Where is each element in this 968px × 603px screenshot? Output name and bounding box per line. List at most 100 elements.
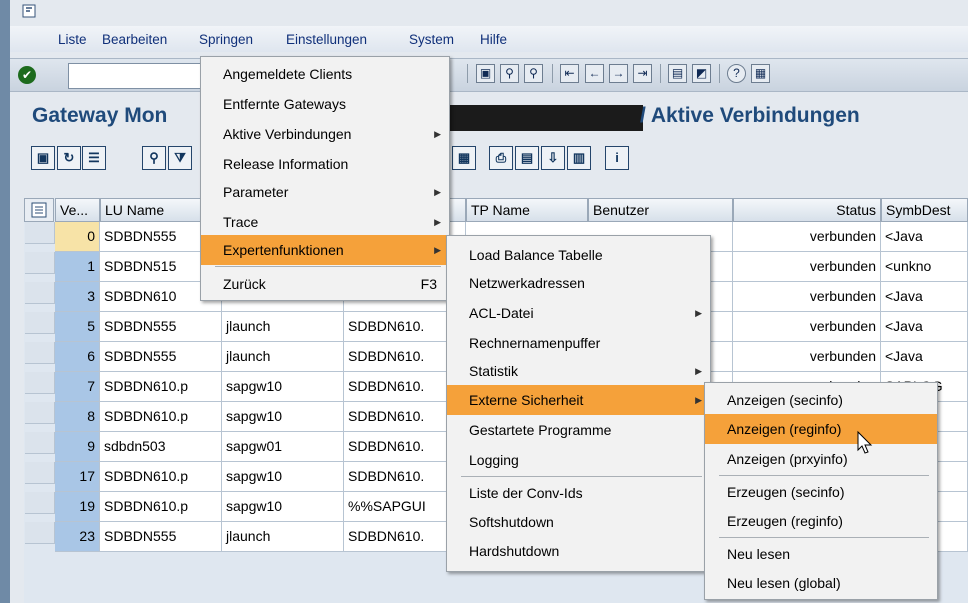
menu-item-externe-sicherheit[interactable]: Externe Sicherheit ▶ — [447, 385, 710, 415]
cell-version[interactable]: 23 — [55, 522, 100, 552]
menu-item-parameter[interactable]: Parameter ▶ — [201, 177, 449, 207]
menu-item-zurueck[interactable]: Zurück F3 — [201, 269, 449, 299]
row-selector[interactable] — [25, 402, 55, 424]
cell-symbdest[interactable]: <Java — [881, 342, 968, 372]
menu-item-neu-lesen-global[interactable]: Neu lesen (global) — [705, 568, 937, 598]
menu-item-liste-der-conv-ids[interactable]: Liste der Conv-Ids — [447, 478, 710, 508]
search-icon[interactable]: ⚲ — [142, 146, 166, 170]
row-selector[interactable] — [25, 462, 55, 484]
cell-lu-name[interactable]: SDBDN555 — [100, 312, 222, 342]
customize-layout-icon[interactable]: ▦ — [751, 64, 770, 83]
column-header-benutzer[interactable]: Benutzer — [588, 198, 733, 222]
spreadsheet-icon[interactable]: ▤ — [515, 146, 539, 170]
cell-version[interactable]: 19 — [55, 492, 100, 522]
column-header-status[interactable]: Status — [733, 198, 881, 222]
cell-col3[interactable]: sapgw10 — [222, 462, 344, 492]
cell-version[interactable]: 9 — [55, 432, 100, 462]
first-page-icon[interactable]: ⇤ — [560, 64, 579, 83]
menu-item-hardshutdown[interactable]: Hardshutdown — [447, 536, 710, 566]
cell-version[interactable]: 0 — [55, 222, 100, 252]
menu-item-logging[interactable]: Logging — [447, 445, 710, 475]
row-selector[interactable] — [25, 432, 55, 454]
print-icon[interactable]: ⎙ — [489, 146, 513, 170]
menu-system[interactable]: System — [409, 32, 454, 47]
cell-symbdest[interactable]: <Java — [881, 282, 968, 312]
cell-col3[interactable]: sapgw10 — [222, 492, 344, 522]
menu-item-entfernte-gateways[interactable]: Entfernte Gateways — [201, 89, 449, 119]
cell-lu-name[interactable]: SDBDN610.p — [100, 402, 222, 432]
menu-hilfe[interactable]: Hilfe — [480, 32, 507, 47]
menu-item-release-information[interactable]: Release Information — [201, 149, 449, 179]
menu-bearbeiten[interactable]: Bearbeiten — [102, 32, 167, 47]
download-icon[interactable]: ⇩ — [541, 146, 565, 170]
select-all-icon[interactable] — [24, 198, 54, 222]
menu-item-erzeugen-reginfo[interactable]: Erzeugen (reginfo) — [705, 506, 937, 536]
menu-item-netzwerkadressen[interactable]: Netzwerkadressen — [447, 268, 710, 298]
cell-status[interactable]: verbunden — [733, 282, 881, 312]
cell-version[interactable]: 7 — [55, 372, 100, 402]
cell-version[interactable]: 17 — [55, 462, 100, 492]
menu-liste[interactable]: Liste — [58, 32, 87, 47]
cell-lu-name[interactable]: SDBDN610.p — [100, 372, 222, 402]
cell-lu-name[interactable]: SDBDN610.p — [100, 462, 222, 492]
cell-status[interactable]: verbunden — [733, 342, 881, 372]
column-header-symbdest[interactable]: SymbDest — [881, 198, 968, 222]
cell-col3[interactable]: jlaunch — [222, 342, 344, 372]
find-next-icon[interactable]: ⚲ — [524, 64, 543, 83]
menu-item-load-balance-tabelle[interactable]: Load Balance Tabelle — [447, 240, 710, 270]
row-selector[interactable] — [25, 372, 55, 394]
menu-item-neu-lesen[interactable]: Neu lesen — [705, 539, 937, 569]
choose-icon[interactable]: ☰ — [82, 146, 106, 170]
menu-item-anzeigen-reginfo[interactable]: Anzeigen (reginfo) — [705, 414, 937, 444]
menu-item-statistik[interactable]: Statistik ▶ — [447, 356, 710, 386]
menu-item-angemeldete-clients[interactable]: Angemeldete Clients — [201, 59, 449, 89]
sap-menu-icon[interactable] — [22, 4, 36, 18]
cell-col3[interactable]: jlaunch — [222, 522, 344, 552]
cell-col3[interactable]: sapgw01 — [222, 432, 344, 462]
cell-status[interactable]: verbunden — [733, 252, 881, 282]
row-selector[interactable] — [25, 342, 55, 364]
cell-version[interactable]: 5 — [55, 312, 100, 342]
command-field[interactable] — [68, 63, 210, 89]
cell-symbdest[interactable]: <Java — [881, 222, 968, 252]
menu-item-anzeigen-secinfo[interactable]: Anzeigen (secinfo) — [705, 385, 937, 415]
row-selector[interactable] — [25, 312, 55, 334]
menu-einstellungen[interactable]: Einstellungen — [286, 32, 367, 47]
export-icon[interactable]: ▦ — [452, 146, 476, 170]
cell-status[interactable]: verbunden — [733, 222, 881, 252]
cell-lu-name[interactable]: SDBDN610.p — [100, 492, 222, 522]
next-page-icon[interactable]: → — [609, 64, 628, 83]
menu-item-softshutdown[interactable]: Softshutdown — [447, 507, 710, 537]
save-icon[interactable]: ▣ — [476, 64, 495, 83]
cell-lu-name[interactable]: sdbdn503 — [100, 432, 222, 462]
calculator-icon[interactable]: ▥ — [567, 146, 591, 170]
cell-symbdest[interactable]: <unkno — [881, 252, 968, 282]
menu-item-expertenfunktionen[interactable]: Expertenfunktionen ▶ — [201, 235, 449, 265]
find-icon[interactable]: ⚲ — [500, 64, 519, 83]
cell-lu-name[interactable]: SDBDN555 — [100, 522, 222, 552]
row-selector[interactable] — [25, 252, 55, 274]
cell-symbdest[interactable]: <Java — [881, 312, 968, 342]
cell-version[interactable]: 8 — [55, 402, 100, 432]
cell-status[interactable]: verbunden — [733, 312, 881, 342]
check-icon[interactable]: ✔ — [18, 66, 36, 84]
menu-item-acl-datei[interactable]: ACL-Datei ▶ — [447, 298, 710, 328]
menu-item-gestartete-programme[interactable]: Gestartete Programme — [447, 415, 710, 445]
filter-icon[interactable]: ⧩ — [168, 146, 192, 170]
last-page-icon[interactable]: ⇥ — [633, 64, 652, 83]
new-session-icon[interactable]: ▤ — [668, 64, 687, 83]
cell-col3[interactable]: jlaunch — [222, 312, 344, 342]
previous-page-icon[interactable]: ← — [585, 64, 604, 83]
info-icon[interactable]: i — [605, 146, 629, 170]
menu-springen[interactable]: Springen — [199, 32, 253, 47]
menu-item-rechnernamenpuffer[interactable]: Rechnernamenpuffer — [447, 328, 710, 358]
column-header-tp-name[interactable]: TP Name — [466, 198, 588, 222]
menu-item-aktive-verbindungen[interactable]: Aktive Verbindungen ▶ — [201, 119, 449, 149]
menu-item-erzeugen-secinfo[interactable]: Erzeugen (secinfo) — [705, 477, 937, 507]
refresh-icon[interactable]: ↻ — [57, 146, 81, 170]
details-icon[interactable]: ▣ — [31, 146, 55, 170]
row-selector[interactable] — [25, 222, 55, 244]
cell-col3[interactable]: sapgw10 — [222, 402, 344, 432]
cell-lu-name[interactable]: SDBDN555 — [100, 342, 222, 372]
cell-version[interactable]: 6 — [55, 342, 100, 372]
